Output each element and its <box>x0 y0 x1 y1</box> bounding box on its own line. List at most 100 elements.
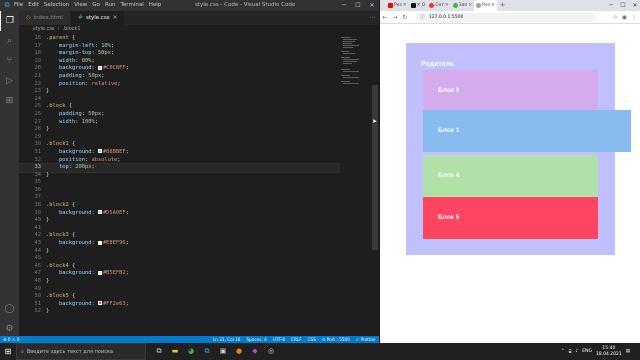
browser-tab[interactable]: Сет ✕ <box>427 0 450 11</box>
breadcrumb-symbol[interactable]: .block1 <box>63 25 81 34</box>
explorer-icon[interactable]: ❐ <box>0 11 19 31</box>
code-line[interactable]: 41 <box>19 225 339 233</box>
minimap[interactable] <box>339 35 369 95</box>
code-line[interactable]: 19 width: 80%; <box>19 58 339 66</box>
code-line[interactable]: 34} <box>19 172 339 180</box>
color-swatch[interactable] <box>97 210 102 215</box>
browser-tab[interactable]: Зап ✕ <box>451 0 474 11</box>
editor-scrollbar[interactable] <box>371 35 379 335</box>
code-line[interactable]: 46 .block4 { <box>19 263 339 271</box>
source-control-icon[interactable]: ⑂ <box>0 51 19 71</box>
code-line[interactable]: 51 background: #FF2e63; <box>19 301 339 309</box>
code-line[interactable]: 40} <box>19 217 339 225</box>
browser-tab[interactable]: ✕ О <box>409 0 428 11</box>
network-icon[interactable]: ⌸ <box>569 349 572 355</box>
profile-icon[interactable]: ◉ <box>622 11 627 24</box>
color-swatch[interactable] <box>97 301 102 306</box>
tab-close-icon[interactable]: ✕ <box>491 3 495 8</box>
code-line[interactable]: 33 top: 200px; <box>18 163 340 173</box>
menu-help[interactable]: Help <box>149 0 162 11</box>
account-icon[interactable]: ◯ <box>0 299 19 319</box>
maximize-icon[interactable]: ☐ <box>351 0 365 11</box>
browser-tab-active[interactable]: Рез ✕ <box>474 0 497 11</box>
code-line[interactable]: 16 .parent { <box>19 35 339 43</box>
vscode-icon[interactable]: ⧉ <box>202 347 212 356</box>
tab-close-icon[interactable]: ✕ <box>445 3 449 8</box>
address-bar[interactable]: ⓘ 127.0.0.1:5500 <box>416 13 596 22</box>
notifications-icon[interactable]: ▤ <box>626 349 630 354</box>
back-arrow-icon[interactable]: ← <box>380 14 390 21</box>
menu-selection[interactable]: Selection <box>44 0 69 11</box>
code-line[interactable]: 18 margin-top: 50px; <box>19 50 339 58</box>
minimize-icon[interactable]: ─ <box>337 0 351 11</box>
store-icon[interactable]: ▣ <box>218 347 228 356</box>
code-line[interactable]: 32 position: absolute; <box>19 157 339 165</box>
code-line[interactable]: 42 .block3 { <box>19 232 339 240</box>
close-icon[interactable]: ✕ <box>365 0 379 11</box>
more-actions-icon[interactable]: ⋯ <box>369 11 375 25</box>
tab-close-icon[interactable]: ✕ <box>403 3 407 8</box>
code-line[interactable]: 30 .block1 { <box>19 141 339 149</box>
color-swatch[interactable] <box>97 240 102 245</box>
code-line[interactable]: 43 background: #E8EF96; <box>19 240 339 248</box>
menu-terminal[interactable]: Terminal <box>120 0 143 11</box>
clock[interactable]: 15:40 18.04.2021 <box>596 346 622 357</box>
menu-view[interactable]: View <box>74 0 87 11</box>
code-line[interactable]: 24 <box>19 96 339 104</box>
chrome-menu-icon[interactable]: ⋮ <box>631 11 637 24</box>
volume-icon[interactable]: ♪ <box>575 349 578 354</box>
minimize-icon[interactable]: ─ <box>605 0 617 11</box>
code-line[interactable]: 38 .block2 { <box>19 202 339 210</box>
app-icon[interactable]: ◎ <box>266 347 276 356</box>
code-line[interactable]: 27 width: 100%; <box>19 119 339 127</box>
menu-run[interactable]: Run <box>105 0 116 11</box>
search-icon[interactable]: ⌕ <box>0 31 19 51</box>
line-ending[interactable]: CRLF <box>291 336 302 343</box>
code-line[interactable]: 25 .block { <box>19 103 339 111</box>
scrollbar-thumb[interactable] <box>372 85 378 250</box>
color-swatch[interactable] <box>97 270 102 275</box>
code-line[interactable]: 44} <box>19 248 339 256</box>
code-line[interactable]: 17 margin-left: 10%; <box>19 43 339 51</box>
code-line[interactable]: 21 padding: 50px; <box>19 73 339 81</box>
breadcrumb-file[interactable]: style.css <box>33 25 55 34</box>
code-line[interactable]: 35 <box>19 179 339 187</box>
windows-start-icon[interactable]: ⊞ <box>0 347 16 356</box>
task-view-icon[interactable]: ⧉ <box>154 347 164 356</box>
maximize-icon[interactable]: ☐ <box>617 0 629 11</box>
menu-go[interactable]: Go <box>92 0 100 11</box>
live-server-port[interactable]: ⊙ Port : 5500 <box>322 336 350 343</box>
code-line[interactable]: 47 background: #B5EFB2; <box>19 270 339 278</box>
browser-tab[interactable]: Рез ✕ <box>386 0 409 11</box>
code-line[interactable]: 22 position: relative; <box>19 81 339 89</box>
problems-indicator[interactable]: ⊗ 0 ⚠ 0 <box>3 336 20 343</box>
app-icon[interactable]: ◆ <box>250 347 260 356</box>
code-editor[interactable]: 16 .parent {17 margin-left: 10%; 18 margin… <box>18 35 340 335</box>
tab-index-html[interactable]: ◇ index.html <box>19 11 71 25</box>
tab-close-icon[interactable]: ✕ <box>113 11 118 25</box>
code-line[interactable]: 28} <box>19 126 339 134</box>
code-line[interactable]: 37 <box>19 194 339 202</box>
code-line[interactable]: 48} <box>19 278 339 286</box>
code-line[interactable]: 31 background: #88BBEF; <box>19 149 339 157</box>
cursor-position[interactable]: Ln 31, Col 16 <box>213 336 241 343</box>
tray-chevron-icon[interactable]: ⌃ <box>561 349 565 354</box>
code-line[interactable]: 52} <box>19 308 339 316</box>
close-icon[interactable]: ✕ <box>629 0 640 11</box>
language-indicator[interactable]: ENG <box>582 349 592 354</box>
code-line[interactable]: 49 <box>19 286 339 294</box>
code-line[interactable]: 36 <box>19 187 339 195</box>
prettier-status[interactable]: ✓ Prettier <box>356 336 376 343</box>
indentation[interactable]: Spaces: 4 <box>246 336 266 343</box>
code-line[interactable]: 39 background: #D5A0EF; <box>19 210 339 218</box>
app-icon[interactable]: ● <box>234 347 244 356</box>
code-line[interactable]: 20 background: #C0C0FF; <box>19 65 339 73</box>
taskbar-search-box[interactable]: ⌕ Введите здесь текст для поиска <box>16 343 146 360</box>
encoding[interactable]: UTF-8 <box>273 336 285 343</box>
file-explorer-icon[interactable]: ▬ <box>170 347 180 356</box>
menu-file[interactable]: File <box>14 0 23 11</box>
extensions-icon[interactable]: ⊞ <box>0 91 19 111</box>
run-debug-icon[interactable]: ▷ <box>0 71 19 91</box>
new-tab-icon[interactable]: + <box>500 0 506 11</box>
tab-style-css[interactable]: # style.css ✕ <box>70 11 126 25</box>
